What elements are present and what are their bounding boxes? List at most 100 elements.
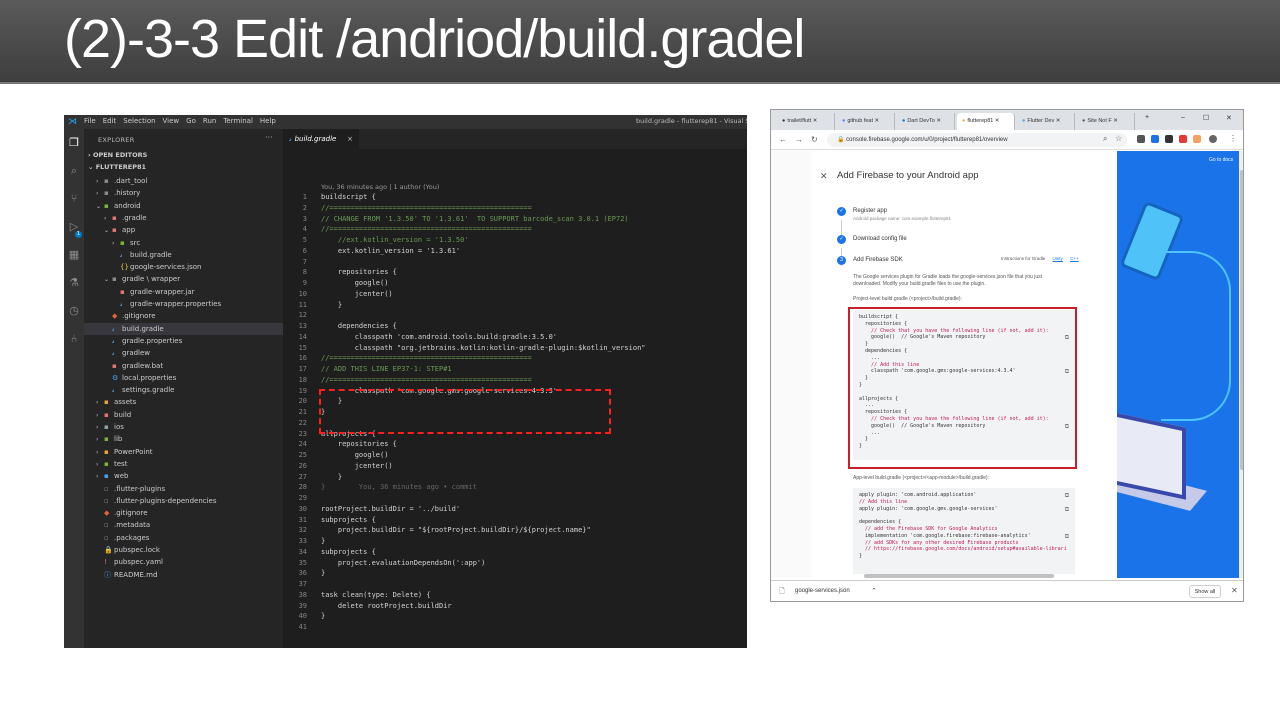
menu-item[interactable]: View (163, 117, 180, 125)
tab-build-gradle[interactable]: 𝓈 build.gradle × (283, 129, 359, 149)
menu-item[interactable]: File (84, 117, 96, 125)
open-editors-section[interactable]: › OPEN EDITORS (88, 151, 147, 159)
minimize-icon[interactable]: – (1181, 114, 1185, 121)
tree-item[interactable]: › ▪ lib (84, 433, 283, 445)
extension-icon[interactable] (1179, 135, 1187, 143)
window-close-icon[interactable]: ✕ (1226, 114, 1232, 122)
tree-item[interactable]: › ▪ assets (84, 396, 283, 408)
tree-item[interactable]: 𝓈 build.gradle (84, 322, 283, 335)
extension-icon[interactable] (1137, 135, 1145, 143)
test-flask-icon[interactable]: ⚗ (68, 277, 80, 289)
browser-tab[interactable]: ● trailet/flutt ✕ (777, 113, 835, 130)
chevron-icon: › (96, 448, 99, 456)
close-icon[interactable]: ✕ (1231, 586, 1238, 595)
code-editor[interactable]: You, 36 minutes ago | 1 author (You) 1 bu… (283, 149, 747, 648)
search-icon[interactable]: ⌕ (68, 165, 80, 177)
code-line: 37 (283, 579, 747, 590)
tree-item[interactable]: › ▪ web (84, 470, 283, 482)
tree-item[interactable]: 𝓈 settings.gradle (84, 384, 283, 396)
pull-request-icon[interactable]: ⑃ (68, 333, 80, 345)
extension-icon[interactable] (1151, 135, 1159, 143)
extension-icon[interactable] (1165, 135, 1173, 143)
tree-item[interactable]: › ▪ PowerPoint (84, 446, 283, 458)
copy-icon[interactable]: ⧉ (1065, 533, 1069, 541)
browser-tab[interactable]: ● github feat ✕ (837, 113, 895, 130)
explorer-icon[interactable]: ❐ (68, 137, 80, 149)
tree-item[interactable]: ▫ .flutter-plugins (84, 483, 283, 495)
maximize-icon[interactable]: ☐ (1203, 114, 1209, 122)
source-control-icon[interactable]: ⑂ (68, 193, 80, 205)
go-to-docs-link[interactable]: Go to docs (1209, 157, 1233, 163)
avatar[interactable] (1209, 135, 1217, 143)
tree-item[interactable]: 𝓈 gradle-wrapper.properties (84, 298, 283, 310)
zoom-icon[interactable]: ⌕ (1103, 134, 1107, 144)
scrollbar-thumb[interactable] (1240, 170, 1243, 470)
unity-link[interactable]: Unity (1053, 256, 1063, 261)
close-icon[interactable]: ✕ (873, 118, 880, 124)
tree-item[interactable]: ⓘ README.md (84, 569, 283, 581)
tree-item[interactable]: 𝓈 build.gradle (84, 249, 283, 261)
extensions-icon[interactable]: ▦ (68, 249, 80, 261)
tree-item[interactable]: ! pubspec.yaml (84, 556, 283, 568)
tree-item[interactable]: 𝓈 gradlew (84, 347, 283, 359)
menu-item[interactable]: Help (260, 117, 276, 125)
extension-icon[interactable] (1193, 135, 1201, 143)
tree-item[interactable]: {}google-services.json (84, 261, 283, 273)
more-actions-icon[interactable]: ··· (265, 133, 273, 142)
tree-item[interactable]: ⌄ ▪ gradle \ wrapper (84, 273, 283, 285)
tree-item[interactable]: › ▪ test (84, 458, 283, 470)
close-icon[interactable]: ✕ (820, 171, 828, 182)
code-text: //======================================… (321, 225, 532, 234)
address-bar[interactable]: 🔒 console.firebase.google.com/u/0/projec… (827, 133, 1127, 147)
copy-icon[interactable]: ⧉ (1065, 492, 1069, 500)
browser-tab[interactable]: ● Dart DevTo ✕ (897, 113, 955, 130)
tree-item[interactable]: 𝓈 gradle.properties (84, 335, 283, 347)
copy-icon[interactable]: ⧉ (1065, 506, 1069, 514)
tree-item[interactable]: › ▪ build (84, 409, 283, 421)
close-icon[interactable]: ✕ (1054, 118, 1061, 124)
reload-icon[interactable]: ↻ (811, 135, 818, 144)
show-all-button[interactable]: Show all (1189, 585, 1221, 598)
vscode-titlebar: ⋊ File Edit Selection View Go Run Terminal Help… (64, 115, 747, 129)
close-icon[interactable]: × (347, 129, 353, 149)
menu-item[interactable]: Run (203, 117, 216, 125)
downloaded-file[interactable]: google-services.json (795, 588, 850, 594)
tree-item[interactable]: ▪ gradle-wrapper.jar (84, 286, 283, 298)
tree-item[interactable]: ▫ .flutter-plugins-dependencies (84, 495, 283, 507)
forward-icon[interactable]: → (795, 135, 803, 144)
close-icon[interactable]: ✕ (1112, 118, 1118, 124)
tree-item[interactable]: 🔒pubspec.lock (84, 544, 283, 556)
tree-item[interactable]: › ▪ .history (84, 187, 283, 199)
tree-item[interactable]: ▫ .metadata (84, 519, 283, 531)
chevron-up-icon[interactable]: ⌃ (871, 587, 877, 595)
tree-item[interactable]: › ▪ ios (84, 421, 283, 433)
menu-item[interactable]: Terminal (223, 117, 253, 125)
tree-item[interactable]: ▫ .packages (84, 532, 283, 544)
cpp-link[interactable]: C++ (1070, 256, 1079, 261)
menu-kebab-icon[interactable]: ⋮ (1229, 134, 1237, 143)
tree-item[interactable]: ◆ .gitignore (84, 507, 283, 519)
browser-tab[interactable]: ● Flutter Dev ✕ (1017, 113, 1075, 130)
menu-item[interactable]: Selection (123, 117, 155, 125)
tree-item[interactable]: ◆ .gitignore (84, 310, 283, 322)
timeline-icon[interactable]: ◷ (68, 305, 80, 317)
project-section[interactable]: ⌄ FLUTTEREP81 (88, 163, 146, 171)
tree-item[interactable]: › ▪ src (84, 237, 283, 249)
tree-item[interactable]: ⌄ ▪ android (84, 200, 283, 212)
new-tab-icon[interactable]: + (1145, 114, 1149, 121)
close-icon[interactable]: ✕ (993, 118, 1000, 124)
close-icon[interactable]: ✕ (811, 118, 818, 124)
bookmark-star-icon[interactable]: ☆ (1115, 134, 1122, 143)
tree-item[interactable]: › ▪ .gradle (84, 212, 283, 224)
tree-item[interactable]: ⌄ ▪ app (84, 224, 283, 236)
menu-item[interactable]: Edit (103, 117, 117, 125)
horizontal-scrollbar[interactable] (864, 574, 1054, 578)
tree-item[interactable]: ⚙ local.properties (84, 372, 283, 384)
browser-tab[interactable]: ● Site Not F ✕ (1077, 113, 1135, 130)
menu-item[interactable]: Go (186, 117, 196, 125)
tree-item[interactable]: › ▪ .dart_tool (84, 175, 283, 187)
tree-item[interactable]: ▪ gradlew.bat (84, 360, 283, 372)
close-icon[interactable]: ✕ (935, 118, 941, 124)
back-icon[interactable]: ← (779, 135, 787, 144)
browser-tab[interactable]: ● flutterep81 ✕ (957, 113, 1015, 130)
